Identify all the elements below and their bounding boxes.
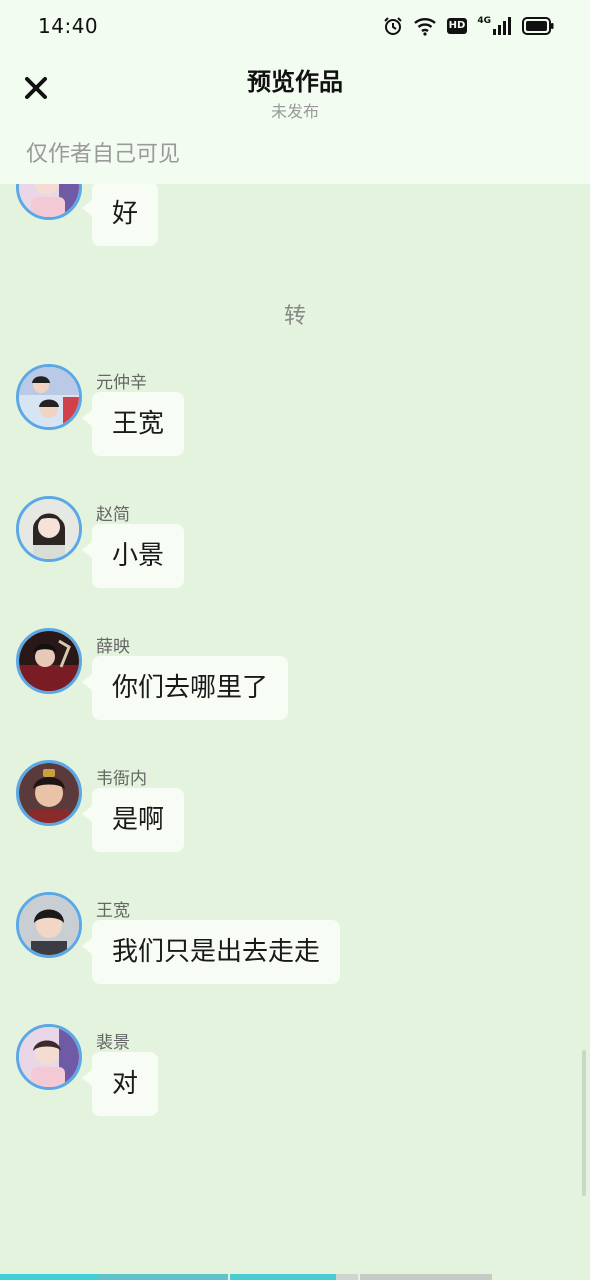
- message-bubble[interactable]: 对: [81, 1052, 159, 1116]
- sender-name: 元仲辛: [96, 373, 147, 393]
- header: 预览作品 未发布: [0, 52, 590, 132]
- message-bubble[interactable]: 我们只是出去走走: [81, 920, 341, 984]
- battery-icon: [522, 17, 554, 35]
- avatar[interactable]: [16, 496, 82, 562]
- sender-name: 王宽: [96, 901, 130, 921]
- chat-message: 王宽 我们只是出去走走: [0, 892, 590, 1002]
- scrollbar[interactable]: [582, 1050, 586, 1196]
- status-bar: 14:40 HD 4G: [0, 0, 590, 52]
- progress-segment: [336, 1274, 358, 1280]
- sender-name: 薛映: [96, 637, 130, 657]
- avatar[interactable]: [16, 628, 82, 694]
- progress-bar: [0, 1274, 590, 1280]
- message-bubble[interactable]: 小景: [81, 524, 185, 588]
- chat-message: 裴景 对: [0, 1024, 590, 1134]
- sender-name: 裴景: [96, 1033, 130, 1053]
- progress-segment: [230, 1274, 336, 1280]
- progress-segment: [98, 1274, 228, 1280]
- progress-segment: [0, 1274, 98, 1280]
- message-bubble[interactable]: 是啊: [81, 788, 185, 852]
- avatar[interactable]: [16, 364, 82, 430]
- avatar[interactable]: [16, 1024, 82, 1090]
- alarm-icon: [383, 16, 403, 36]
- message-bubble[interactable]: 好: [81, 184, 159, 246]
- network-type-label: 4G: [477, 16, 491, 26]
- chat-message: 韦衙内 是啊: [0, 760, 590, 870]
- chat-list[interactable]: 裴景 好 转 元仲辛 王宽 赵简 小景 薛映 你们去哪里了 韦衙内 是啊: [0, 184, 590, 1274]
- progress-segment: [360, 1274, 492, 1280]
- page-title: 预览作品: [247, 68, 343, 96]
- message-bubble[interactable]: 王宽: [81, 392, 185, 456]
- page-subtitle: 未发布: [270, 102, 319, 121]
- chat-message: 赵简 小景: [0, 496, 590, 606]
- sender-name: 韦衙内: [96, 769, 147, 789]
- chat-message: 裴景 好: [0, 184, 590, 264]
- visibility-note: 仅作者自己可见: [0, 132, 590, 184]
- chat-message: 薛映 你们去哪里了: [0, 628, 590, 738]
- message-bubble[interactable]: 你们去哪里了: [81, 656, 289, 720]
- avatar[interactable]: [16, 760, 82, 826]
- status-time: 14:40: [38, 14, 99, 38]
- signal-icon: 4G: [477, 16, 512, 36]
- chat-message: 元仲辛 王宽: [0, 364, 590, 474]
- hd-icon: HD: [446, 18, 468, 34]
- avatar[interactable]: [16, 184, 82, 220]
- sender-name: 赵简: [96, 505, 130, 525]
- wifi-icon: [413, 16, 437, 36]
- divider-text: 转: [283, 304, 306, 329]
- avatar[interactable]: [16, 892, 82, 958]
- status-icons: HD 4G: [383, 16, 554, 36]
